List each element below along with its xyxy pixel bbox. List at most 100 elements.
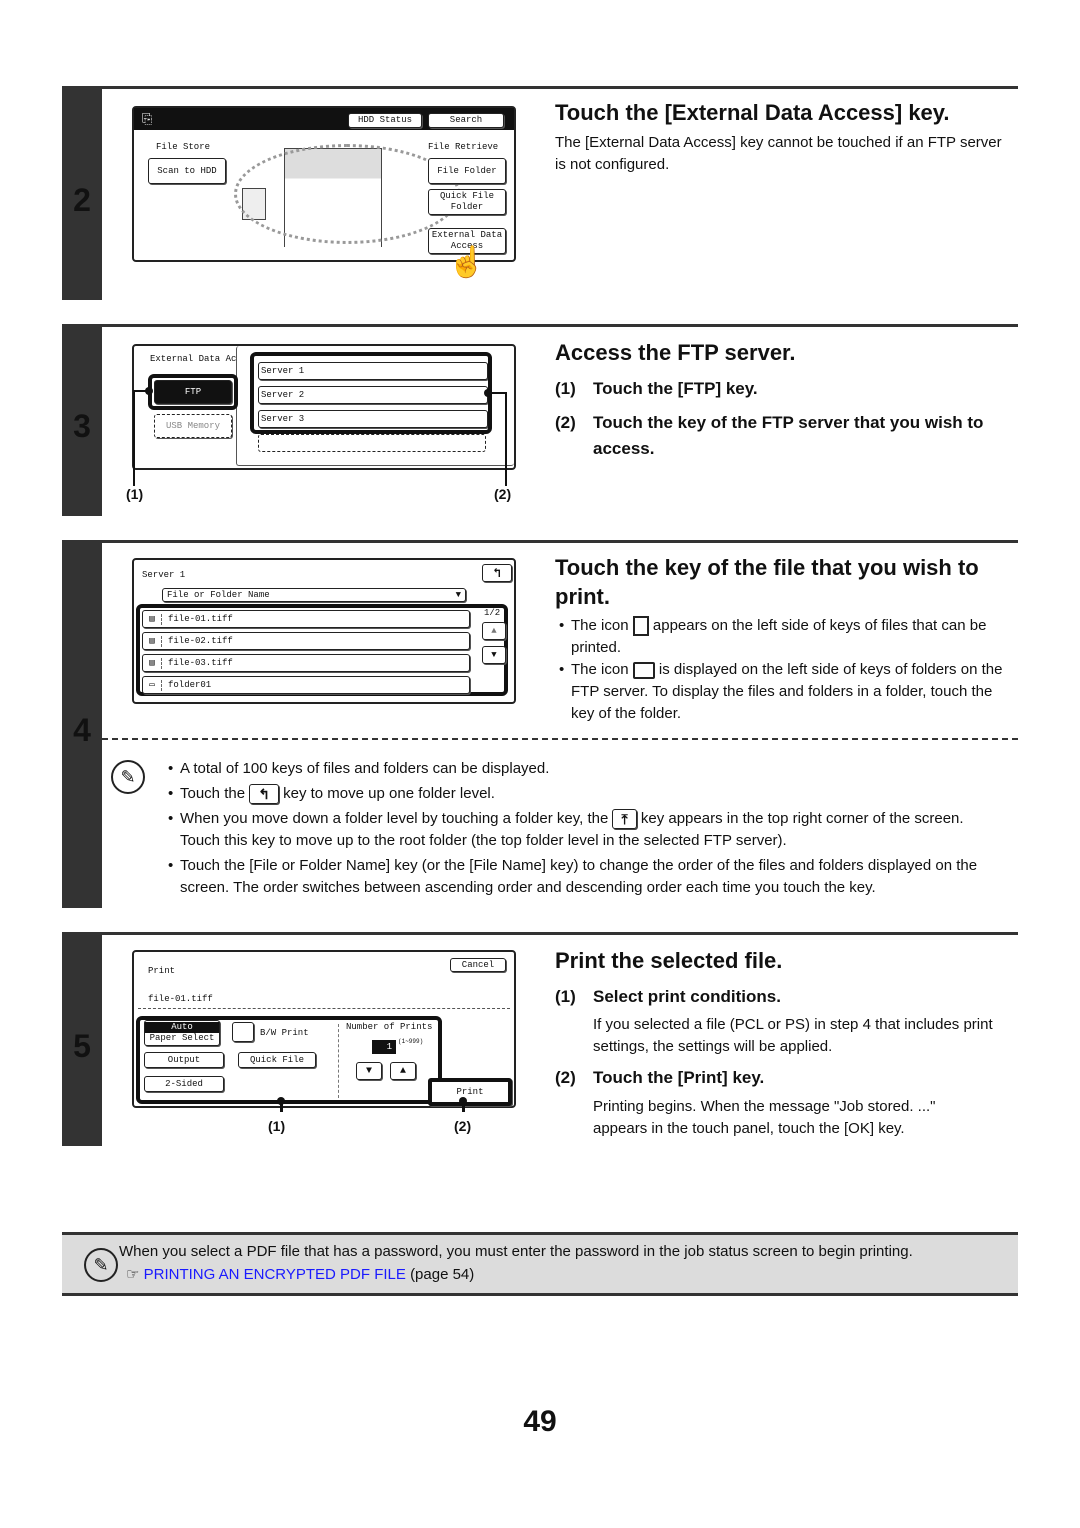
substep-number: (2) [555, 1068, 576, 1087]
up-folder-button[interactable]: ↰ [482, 564, 512, 582]
paper-select-value: Auto [145, 1022, 219, 1033]
file-name: file-02.tiff [168, 635, 233, 646]
sort-file-or-folder-name-button[interactable]: File or Folder Name ▼ [162, 588, 466, 602]
callout-1-leader [133, 390, 135, 486]
note-item: When you move down a folder level by tou… [164, 808, 1004, 852]
print-panel: Print Cancel file-01.tiff Auto Paper Sele… [132, 950, 516, 1108]
file-row-2[interactable]: ▤ file-02.tiff [142, 632, 470, 650]
bottom-note: ✎ When you select a PDF file that has a … [62, 1232, 1018, 1296]
file-retrieve-label: File Retrieve [428, 142, 499, 152]
hdd-status-button[interactable]: HDD Status [348, 113, 422, 128]
bullet-item: The icon appears on the left side of key… [555, 615, 1010, 659]
scroll-down-button[interactable]: ▼ [482, 646, 506, 664]
page-number: 49 [523, 1405, 557, 1438]
pencil-note-icon: ✎ [111, 760, 145, 794]
substep-text: Touch the [FTP] key. [593, 379, 758, 398]
divider [338, 1024, 339, 1098]
callout-1-dot [145, 387, 153, 395]
file-name: file-03.tiff [168, 657, 233, 668]
divider [102, 932, 1018, 935]
output-button[interactable]: Output [144, 1052, 224, 1068]
pointing-hand-icon: ☝ [448, 246, 486, 279]
step-5-substep-2: (2) Touch the [Print] key. [555, 1065, 764, 1091]
callout-2-dot [459, 1097, 467, 1105]
increase-prints-button[interactable]: ▲ [390, 1062, 416, 1080]
home-screen-panel: ⎘ HDD Status Search File Store Scan to H… [132, 106, 516, 262]
filename-underline [138, 1008, 510, 1009]
number-of-prints-range: (1~999) [398, 1038, 424, 1045]
screen-title: External Data Ac [150, 354, 237, 364]
reference-hand-icon: ☞ [126, 1266, 140, 1283]
file-store-label: File Store [156, 142, 211, 152]
screen-header-bar: ⎘ HDD Status Search [134, 108, 514, 130]
file-folder-button[interactable]: File Folder [428, 158, 506, 184]
note-item: Touch the [File or Folder Name] key (or … [164, 855, 1004, 899]
note-text: When you move down a folder level by tou… [180, 810, 609, 827]
cancel-button[interactable]: Cancel [450, 958, 506, 972]
quick-file-folder-button[interactable]: Quick File Folder [428, 189, 506, 215]
step-4-heading: Touch the key of the file that you wish … [555, 555, 979, 609]
quick-file-button[interactable]: Quick File [238, 1052, 316, 1068]
step-5-substep-1: (1) Select print conditions. [555, 984, 781, 1010]
note-item: A total of 100 keys of files and folders… [164, 758, 1004, 780]
substep-text: Touch the [Print] key. [593, 1068, 765, 1087]
step-3-heading: Access the FTP server. [555, 340, 796, 365]
substep-text: Touch the key of the FTP server that you… [593, 413, 984, 458]
step-4-bullets: The icon appears on the left side of key… [555, 615, 1010, 725]
step-5-substep-2-body: Printing begins. When the message "Job s… [593, 1098, 936, 1137]
step-2-heading: Touch the [External Data Access] key. [555, 100, 950, 125]
folder-icon [632, 661, 655, 679]
link-page-ref: (page 54) [410, 1266, 475, 1283]
substep-number: (1) [555, 987, 576, 1006]
paper-select-button[interactable]: Auto Paper Select [144, 1020, 220, 1046]
bw-print-checkbox[interactable] [232, 1022, 254, 1042]
up-folder-key-icon: ↰ [249, 784, 279, 805]
number-of-prints-value[interactable]: 1 [372, 1040, 396, 1054]
dashed-separator [102, 738, 1018, 740]
printable-file-icon [632, 616, 649, 637]
folder-row[interactable]: ▭ folder01 [142, 676, 470, 694]
server-title: Server 1 [142, 570, 186, 580]
bullet-item: The icon is displayed on the left side o… [555, 659, 1010, 725]
callout-1-dot [277, 1097, 285, 1105]
dotted-arc-illustration [234, 144, 460, 244]
step-number: 2 [73, 182, 91, 218]
up-folder-icon: ↰ [493, 565, 501, 581]
printable-file-icon: ▤ [143, 635, 162, 647]
substep-number: (1) [555, 379, 576, 398]
callout-2-dot [484, 389, 492, 397]
step-3-substep-1: (1) Touch the [FTP] key. [555, 376, 1005, 402]
bullet-text: The icon [571, 617, 629, 634]
callout-1-label: (1) [268, 1118, 286, 1134]
scan-to-hdd-button[interactable]: Scan to HDD [148, 158, 226, 184]
step-2-body: The [External Data Access] key cannot be… [555, 134, 1002, 173]
divider [102, 86, 1018, 89]
sort-arrow-icon: ▼ [455, 589, 461, 600]
paper-select-label: Paper Select [149, 1033, 215, 1043]
sort-key-label: File or Folder Name [167, 589, 270, 600]
decrease-prints-button[interactable]: ▼ [356, 1062, 382, 1080]
search-button[interactable]: Search [428, 113, 504, 128]
usb-memory-button[interactable]: USB Memory [154, 414, 232, 438]
step-3-substep-2: (2) Touch the key of the FTP server that … [555, 410, 995, 462]
2-sided-button[interactable]: 2-Sided [144, 1076, 224, 1092]
print-button[interactable]: Print [428, 1078, 512, 1106]
bottom-note-reference: ☞ PRINTING AN ENCRYPTED PDF FILE (page 5… [126, 1265, 474, 1283]
file-row-1[interactable]: ▤ file-01.tiff [142, 610, 470, 628]
printable-file-icon: ▤ [143, 613, 162, 625]
folder-icon: ▭ [143, 679, 162, 691]
callout-2-label: (2) [494, 486, 512, 502]
printable-file-icon: ▤ [143, 657, 162, 669]
scroll-up-button[interactable]: ▲ [482, 622, 506, 640]
divider [102, 324, 1018, 327]
file-row-3[interactable]: ▤ file-03.tiff [142, 654, 470, 672]
bullet-text: The icon [571, 661, 629, 678]
callout-1-label: (1) [126, 486, 144, 502]
step-number: 3 [73, 408, 91, 444]
encrypted-pdf-link[interactable]: PRINTING AN ENCRYPTED PDF FILE [144, 1266, 406, 1283]
divider [102, 540, 1018, 543]
ftp-highlight [148, 374, 238, 410]
callout-2-label: (2) [454, 1118, 472, 1134]
step-number: 5 [73, 1028, 91, 1064]
number-of-prints-label: Number of Prints [346, 1022, 433, 1032]
